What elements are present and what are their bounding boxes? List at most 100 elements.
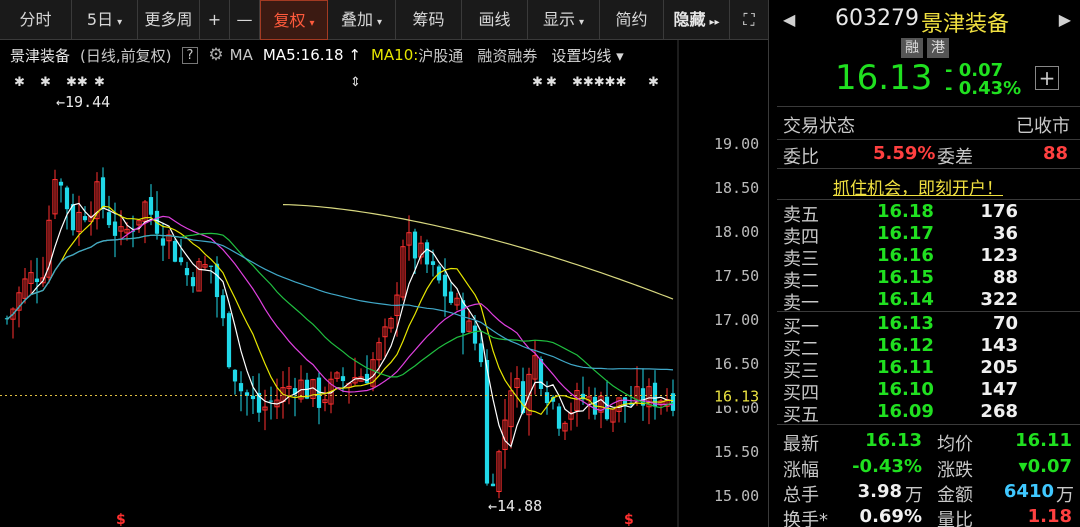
gear-icon[interactable]: ⚙ [208, 45, 223, 65]
buy-level-price[interactable]: 16.09 [877, 401, 934, 422]
chips-button[interactable]: 筹码 [396, 0, 462, 40]
buy-level-volume: 70 [992, 313, 1018, 334]
next-stock-icon[interactable]: ▶ [1059, 10, 1071, 29]
buy-level-volume: 205 [980, 357, 1018, 378]
candle-body [490, 483, 496, 487]
candle-body [232, 369, 238, 382]
y-tick-label: 19.00 [714, 135, 759, 153]
wb-label: 委比 [783, 147, 819, 168]
amount-unit: 万 [1056, 485, 1074, 506]
price-change-pct: - 0.43% [945, 78, 1022, 99]
volume-label: 总手 [783, 485, 819, 506]
zoom-in-button[interactable]: + [200, 0, 230, 40]
candle-body [160, 238, 166, 246]
volume-value: 3.98 [857, 481, 902, 502]
ma10-value: MA10: [370, 46, 419, 64]
stock-header: ◀ 603279 景津装备 ▶ [769, 0, 1080, 40]
prev-stock-icon[interactable]: ◀ [783, 10, 795, 29]
candle-body [34, 278, 40, 283]
kline-chart[interactable]: 19.0018.5018.0017.5017.0016.5016.0015.50… [0, 40, 768, 527]
candle-body [424, 242, 430, 265]
overlay-dropdown[interactable]: 叠加 ▾ [328, 0, 396, 40]
sell-level-volume: 176 [980, 201, 1018, 222]
min-price-label: ←14.88 [488, 497, 542, 515]
y-tick-label: 18.00 [714, 223, 759, 241]
quote-panel: ◀ 603279 景津装备 ▶ 融 港 16.13 - 0.07 - 0.43%… [768, 0, 1080, 527]
adjust-dropdown[interactable]: 复权 ▾ [260, 0, 328, 40]
buy-level-price[interactable]: 16.13 [877, 313, 934, 334]
sell-level-volume: 322 [980, 289, 1018, 310]
event-marker-icon: ✱ [546, 75, 557, 90]
candle-body [172, 240, 178, 262]
stock-name: 景津装备 [921, 12, 1010, 37]
tab-more-period[interactable]: 更多周 [138, 0, 200, 40]
candle-body [220, 295, 226, 319]
stock-code: 603279 [835, 6, 919, 31]
trade-status-value: 已收市 [1016, 116, 1070, 137]
ma-setting-dropdown[interactable]: 设置均线 ▾ [551, 45, 623, 66]
candle-body [538, 359, 544, 389]
avg-label: 均价 [937, 434, 973, 455]
sell-level-price[interactable]: 16.17 [877, 223, 934, 244]
help-icon[interactable]: ? [181, 46, 199, 64]
buy-level-price[interactable]: 16.12 [877, 335, 934, 356]
max-price-label: ←19.44 [56, 93, 110, 111]
wc-label: 委差 [937, 147, 973, 168]
avg-value: 16.11 [1015, 430, 1072, 451]
candle-body [364, 373, 370, 384]
buy-level-volume: 143 [980, 335, 1018, 356]
tab-5day[interactable]: 5日 ▾ [72, 0, 138, 40]
sell-level-volume: 88 [992, 267, 1018, 288]
zoom-out-button[interactable]: — [230, 0, 260, 40]
sell-level-price[interactable]: 16.14 [877, 289, 934, 310]
candle-body [250, 395, 256, 400]
candle-body [82, 216, 88, 221]
candle-body [340, 376, 346, 382]
buy-level-price[interactable]: 16.11 [877, 357, 934, 378]
candle-body [64, 187, 70, 210]
event-marker-icon: ✱ [648, 75, 659, 90]
last-price-label: 16.13 [714, 388, 759, 406]
pct-label: 涨幅 [783, 460, 819, 481]
display-dropdown[interactable]: 显示 ▾ [528, 0, 600, 40]
fullscreen-icon[interactable]: ⛶ [730, 0, 768, 40]
candle-body [412, 231, 418, 259]
sell-level-price[interactable]: 16.15 [877, 267, 934, 288]
chart-toolbar: 分时 5日 ▾ 更多周 + — 复权 ▾ 叠加 ▾ 筹码 画线 显示 ▾ 简约 隐藏 ▸▸… [0, 0, 768, 40]
ma-label: MA [229, 46, 253, 64]
chart-stock-name: 景津装备 [10, 46, 71, 65]
draw-line-button[interactable]: 画线 [462, 0, 528, 40]
hide-button[interactable]: 隐藏 ▸▸ [664, 0, 730, 40]
buy-level-price[interactable]: 16.10 [877, 379, 934, 400]
turnover-value: 0.69% [859, 506, 922, 527]
sell-level-price[interactable]: 16.16 [877, 245, 934, 266]
sell-level-price[interactable]: 16.18 [877, 201, 934, 222]
y-tick-label: 17.50 [714, 267, 759, 285]
add-watchlist-button[interactable]: + [1035, 66, 1059, 90]
y-tick-label: 17.00 [714, 311, 759, 329]
volume-unit: 万 [905, 485, 923, 506]
chg-value: ▾0.07 [1018, 456, 1072, 477]
tab-fenshi[interactable]: 分时 [0, 0, 72, 40]
y-tick-label: 15.50 [714, 443, 759, 461]
candle-body [58, 181, 64, 186]
amount-label: 金额 [937, 485, 973, 506]
current-price: 16.13 [835, 58, 933, 98]
pct-value: -0.43% [852, 456, 922, 477]
candle-body [544, 392, 550, 404]
candle-body [268, 400, 274, 402]
open-account-link[interactable]: 抓住机会，即刻开户！ [833, 174, 1003, 199]
chart-mode-label: (日线,前复权) [80, 46, 172, 65]
event-marker-icon: ✱ [40, 75, 51, 90]
hk-connect-tag: 港 [927, 38, 949, 58]
amount-value: 6410 [1003, 481, 1054, 502]
event-marker-icon: ✱ [532, 75, 543, 90]
candle-body [430, 261, 436, 265]
simple-button[interactable]: 简约 [600, 0, 664, 40]
rzrq-label: 融资融券 [477, 46, 538, 65]
chg-label: 涨跌 [937, 460, 973, 481]
trade-status-label: 交易状态 [783, 116, 855, 137]
candle-body [472, 325, 478, 344]
candle-body [214, 263, 220, 298]
buy-level-volume: 147 [980, 379, 1018, 400]
